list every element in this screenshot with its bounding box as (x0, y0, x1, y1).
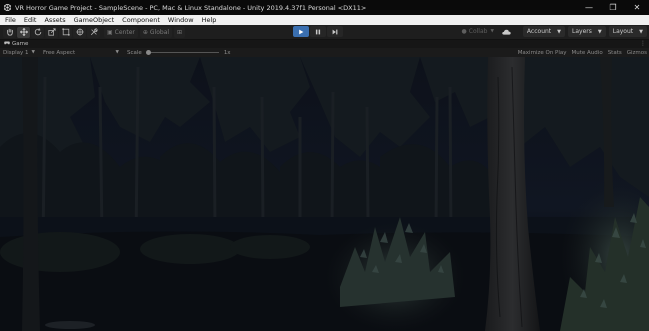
menu-component[interactable]: Component (118, 16, 164, 24)
unity-logo-icon (3, 4, 11, 12)
move-icon (19, 28, 28, 36)
step-icon (332, 29, 338, 34)
gamepad-icon (4, 41, 10, 47)
chevron-down-icon: ▼ (490, 29, 494, 34)
maximize-button[interactable]: ❐ (601, 0, 625, 15)
chevron-down-icon: ▼ (639, 28, 643, 35)
cloud-icon (502, 29, 512, 35)
cloud-services-button[interactable] (500, 26, 514, 37)
play-button[interactable] (293, 26, 309, 37)
rect-icon (61, 28, 70, 36)
play-icon (299, 29, 304, 34)
main-toolbar: ▣ Center ⊕ Global ⊞ ● Collab ▼ Account ▼… (0, 25, 649, 40)
stats-toggle[interactable]: Stats (608, 50, 622, 56)
window-controls: — ❐ ✕ (577, 0, 649, 15)
menu-file[interactable]: File (0, 16, 20, 24)
hand-icon (6, 28, 13, 36)
rotate-icon (34, 28, 41, 36)
pivot-mode-label: Center (114, 28, 135, 36)
collab-icon: ● (461, 28, 467, 35)
display-dropdown[interactable]: Display 1 ▼ (3, 50, 35, 56)
aspect-dropdown[interactable]: Free Aspect ▼ (43, 50, 119, 56)
rect-tool-button[interactable] (59, 26, 72, 38)
chevron-down-icon: ▼ (557, 28, 562, 35)
game-view-options: Maximize On Play Mute Audio Stats Gizmos (513, 48, 647, 57)
scale-slider-thumb[interactable] (145, 49, 151, 55)
toolbar-right: ● Collab ▼ Account ▼ Layers ▼ Layout ▼ (462, 26, 647, 37)
rotate-tool-button[interactable] (31, 26, 44, 38)
pause-button[interactable] (310, 26, 326, 37)
account-dropdown[interactable]: Account ▼ (522, 26, 566, 37)
hand-tool-button[interactable] (3, 26, 16, 38)
gizmos-dropdown[interactable]: Gizmos (627, 50, 647, 56)
layout-label: Layout (612, 28, 634, 35)
scale-control: Scale 1x (127, 49, 231, 56)
grid-snap-icon: ⊞ (177, 28, 183, 36)
layout-dropdown[interactable]: Layout ▼ (608, 26, 647, 37)
scale-label: Scale (127, 49, 142, 56)
pivot-mode-toggle[interactable]: ▣ Center (104, 26, 138, 38)
aspect-label: Free Aspect (43, 49, 76, 56)
menu-edit[interactable]: Edit (20, 16, 41, 24)
play-controls (293, 26, 344, 37)
move-tool-button[interactable] (17, 26, 30, 38)
title-bar: VR Horror Game Project - SampleScene - P… (0, 0, 649, 15)
scale-slider[interactable] (145, 49, 219, 55)
close-button[interactable]: ✕ (625, 0, 649, 15)
display-label: Display 1 (3, 49, 29, 56)
forest-scene-image (0, 57, 649, 331)
menu-gameobject[interactable]: GameObject (70, 16, 119, 24)
pivot-rotation-toggle[interactable]: ⊕ Global (139, 26, 173, 38)
game-view-toolbar: Display 1 ▼ Free Aspect ▼ Scale 1x Maxim… (0, 48, 649, 57)
chevron-down-icon: ▼ (31, 50, 35, 55)
transform-tool-button[interactable] (73, 26, 86, 38)
window-title: VR Horror Game Project - SampleScene - P… (15, 3, 367, 12)
layers-dropdown[interactable]: Layers ▼ (568, 26, 606, 37)
transform-tools (3, 26, 101, 38)
game-viewport[interactable] (0, 57, 649, 331)
step-button[interactable] (327, 26, 343, 37)
custom-tool-button[interactable] (87, 26, 100, 38)
menu-assets[interactable]: Assets (40, 16, 69, 24)
collab-label: Collab (468, 28, 488, 35)
game-tab-bar: Game ⋮ (0, 40, 649, 48)
account-label: Account (526, 28, 552, 35)
scale-tool-button[interactable] (45, 26, 58, 38)
custom-tool-icon (90, 28, 98, 36)
pivot-center-icon: ▣ (107, 28, 113, 36)
tab-game[interactable]: Game (0, 41, 28, 47)
transform-icon (75, 28, 84, 36)
maximize-on-play-toggle[interactable]: Maximize On Play (518, 50, 567, 56)
layers-label: Layers (572, 28, 592, 35)
pause-icon (315, 29, 321, 34)
unity-editor-window: VR Horror Game Project - SampleScene - P… (0, 0, 649, 331)
mute-audio-toggle[interactable]: Mute Audio (572, 50, 603, 56)
global-space-icon: ⊕ (142, 28, 148, 36)
menu-bar: File Edit Assets GameObject Component Wi… (0, 15, 649, 25)
menu-window[interactable]: Window (164, 16, 198, 24)
collab-dropdown[interactable]: ● Collab ▼ (462, 28, 494, 35)
scale-icon (47, 28, 56, 36)
chevron-down-icon: ▼ (597, 28, 602, 35)
pivot-rotation-label: Global (149, 28, 170, 36)
tab-menu-icon[interactable]: ⋮ (640, 40, 646, 48)
menu-help[interactable]: Help (198, 16, 221, 24)
scale-value: 1x (223, 49, 231, 56)
snap-settings-button[interactable]: ⊞ (174, 26, 186, 38)
minimize-button[interactable]: — (577, 0, 601, 15)
chevron-down-icon: ▼ (115, 50, 119, 55)
tab-game-label: Game (12, 41, 29, 47)
